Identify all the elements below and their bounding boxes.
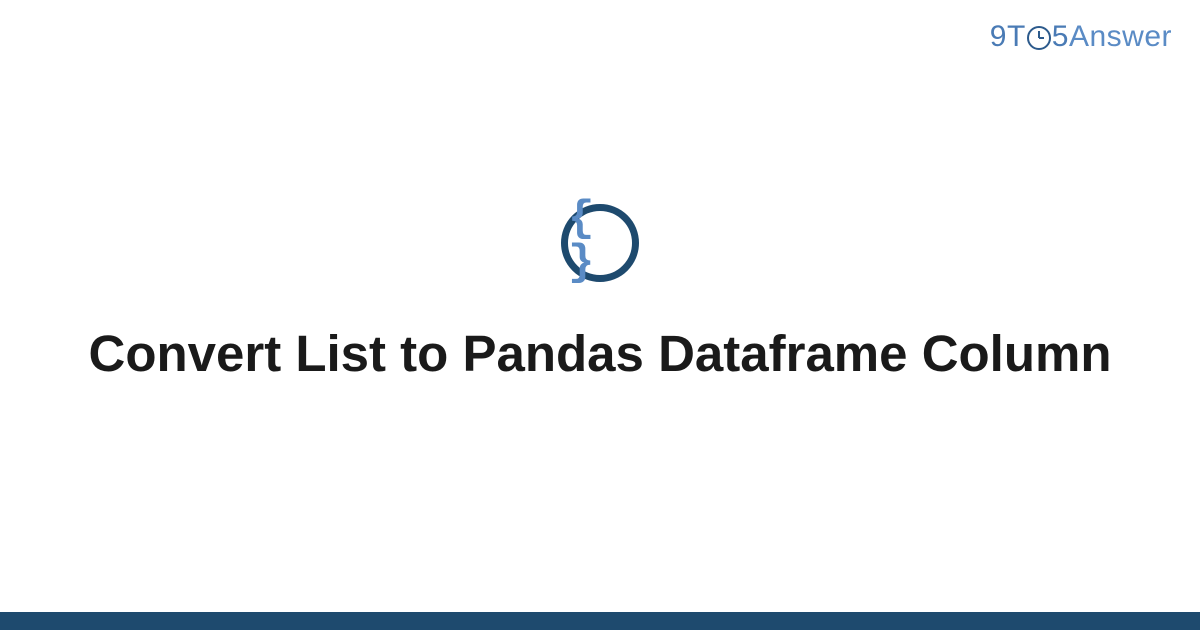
footer-accent-bar	[0, 612, 1200, 630]
main-content: { } Convert List to Pandas Dataframe Col…	[0, 0, 1200, 630]
code-braces-icon: { }	[561, 204, 639, 282]
braces-glyph: { }	[568, 197, 632, 285]
page-title: Convert List to Pandas Dataframe Column	[88, 322, 1111, 385]
